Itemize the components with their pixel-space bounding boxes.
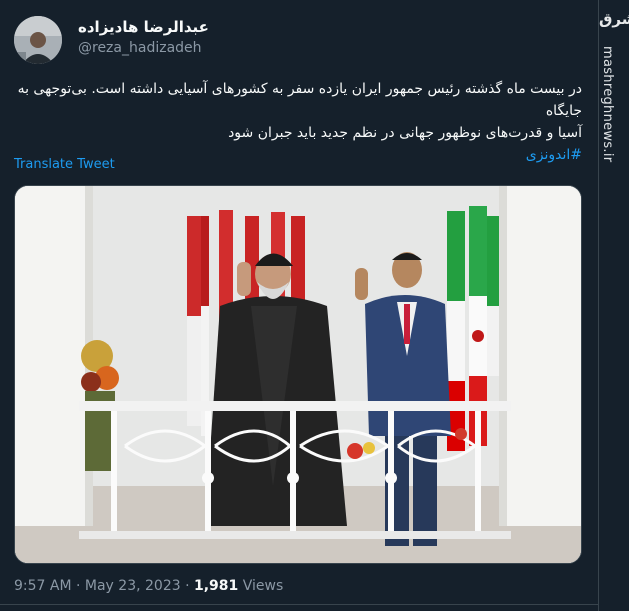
tweet-text: در بیست ماه گذشته رئیس جمهور ایران یازده… [12, 78, 582, 166]
views-count: 1,981 [194, 578, 239, 594]
avatar[interactable] [14, 16, 62, 64]
tweet-meta: 9:57 AM · May 23, 2023 · 1,981 Views [14, 578, 283, 594]
watermark-strip: مشرق mashreghnews.ir [598, 0, 629, 611]
watermark-site: mashreghnews.ir [600, 46, 615, 163]
avatar-photo [14, 16, 62, 64]
translate-tweet-link[interactable]: Translate Tweet [14, 157, 115, 172]
meta-separator: · [180, 578, 194, 594]
tweet-timestamp[interactable]: 9:57 AM · May 23, 2023 [14, 578, 181, 594]
mashregh-logo: مشرق [599, 10, 629, 28]
tweet-text-line-1: در بیست ماه گذشته رئیس جمهور ایران یازده… [17, 81, 582, 119]
divider [0, 604, 598, 605]
views-label: Views [238, 578, 284, 594]
tweet-card: عبدالرضا هادیزاده @reza_hadizadeh در بیس… [0, 0, 598, 611]
author-display-name[interactable]: عبدالرضا هادیزاده [78, 18, 209, 36]
photo-illustration [15, 186, 581, 563]
hashtag-link[interactable]: #اندونزی [526, 147, 582, 163]
author-handle[interactable]: @reza_hadizadeh [78, 40, 202, 56]
tweet-text-line-2: آسیا و قدرت‌های نوظهور جهانی در نظم جدید… [228, 125, 582, 141]
tweet-photo[interactable] [14, 185, 582, 564]
